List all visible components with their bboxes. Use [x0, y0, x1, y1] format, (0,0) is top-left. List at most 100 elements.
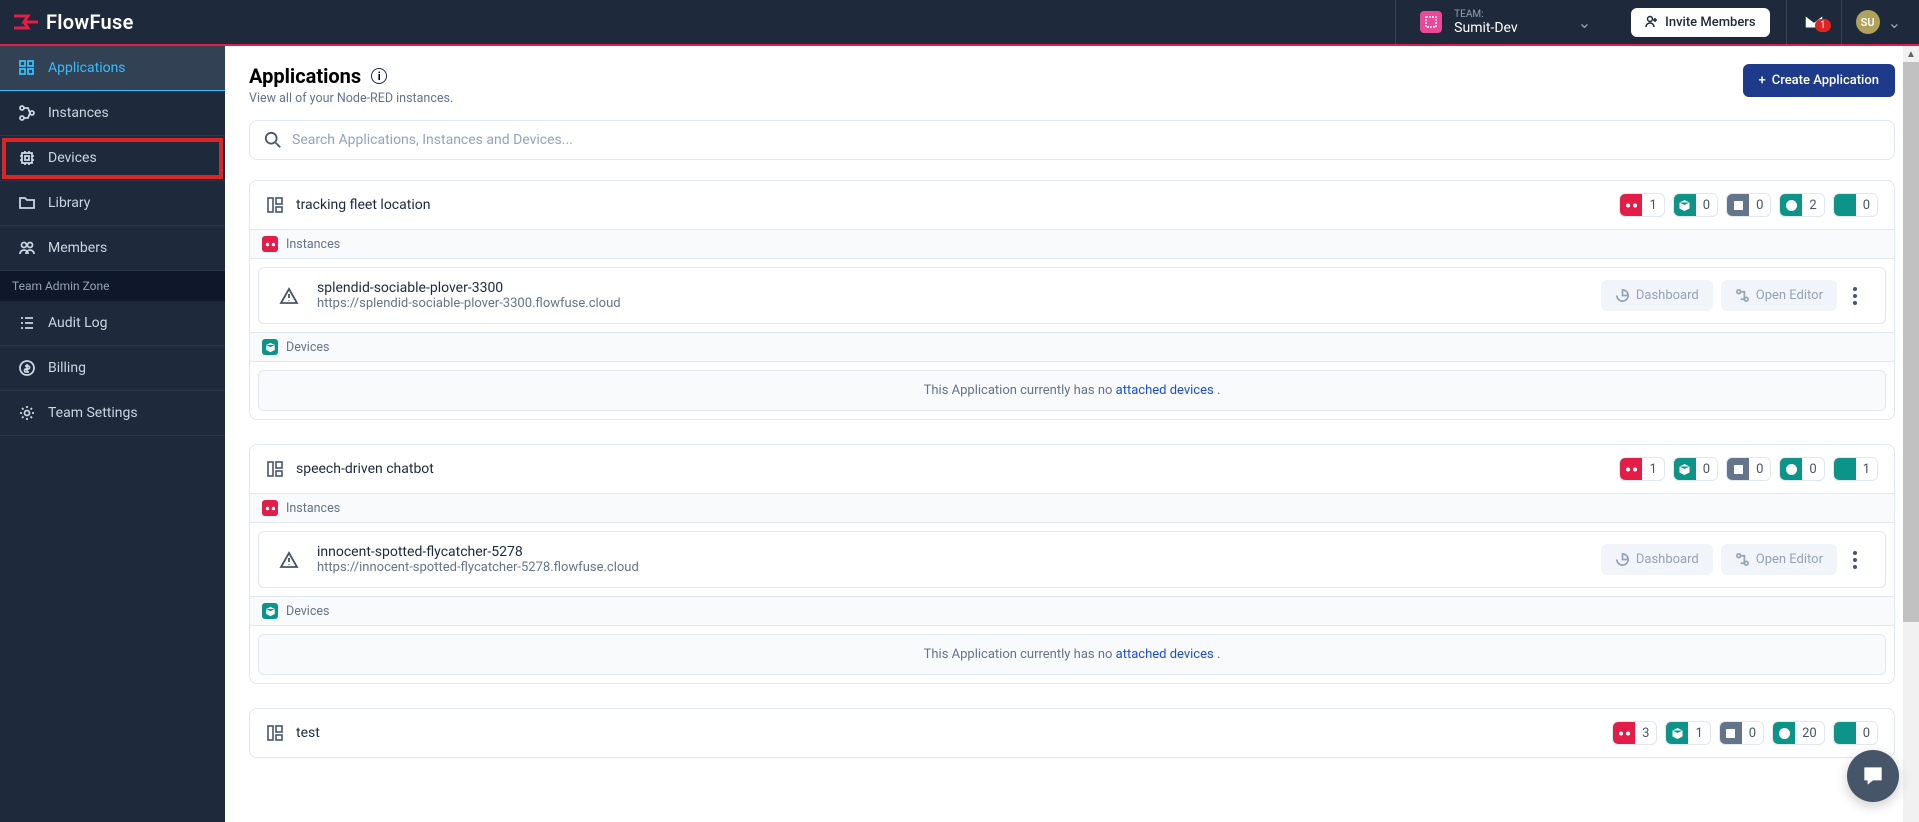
logo[interactable]: FlowFuse [12, 10, 134, 34]
flow-icon [1735, 288, 1750, 303]
warning-icon [279, 286, 299, 306]
search-wrap[interactable] [249, 120, 1895, 160]
box-icon [1720, 722, 1742, 744]
chat-widget[interactable] [1847, 750, 1899, 802]
sidebar-item-label: Team Settings [48, 405, 138, 421]
team-name: Sumit-Dev [1454, 20, 1517, 36]
empty-devices: This Application currently has no attach… [258, 370, 1886, 411]
sidebar-item-instances[interactable]: Instances [0, 91, 225, 136]
attached-devices-link[interactable]: attached devices [1116, 647, 1214, 662]
sidebar-item-label: Library [48, 195, 90, 211]
list-icon [18, 314, 36, 332]
sidebar-item-applications[interactable]: Applications [0, 46, 225, 91]
badge-device-groups: 0 [1726, 457, 1771, 481]
cube-icon [262, 339, 278, 355]
cube-icon [1674, 458, 1696, 480]
badge-snapshots: 2 [1779, 193, 1824, 217]
team-switcher[interactable]: TEAM: Sumit-Dev ⌄ [1395, 0, 1615, 45]
sidebar-admin-header: Team Admin Zone [0, 271, 225, 301]
users-icon [18, 239, 36, 257]
sidebar-item-label: Instances [48, 105, 109, 121]
open-editor-button[interactable]: Open Editor [1721, 544, 1837, 575]
badge-snapshots: 20 [1772, 721, 1825, 745]
instance-name: splendid-sociable-plover-3300 [317, 280, 621, 296]
more-menu[interactable] [1845, 545, 1865, 575]
sidebar-item-label: Applications [48, 60, 126, 76]
sidebar-item-audit-log[interactable]: Audit Log [0, 301, 225, 346]
notification-badge: 1 [1815, 19, 1831, 32]
create-application-button[interactable]: + Create Application [1743, 64, 1895, 97]
node-icon [262, 500, 278, 516]
instance-row[interactable]: splendid-sociable-plover-3300https://spl… [258, 267, 1886, 324]
application-header[interactable]: test 3 1 0 20 0 [250, 709, 1894, 757]
sidebar-item-label: Audit Log [48, 315, 108, 331]
scroll-up-arrow[interactable]: ▲ [1903, 46, 1919, 62]
team-icon [1420, 11, 1442, 33]
folder-icon [18, 194, 36, 212]
devices-section-header: Devices [250, 596, 1894, 626]
instance-row[interactable]: innocent-spotted-flycatcher-5278https://… [258, 531, 1886, 588]
application-card: tracking fleet location 1 0 0 2 0 Instan… [249, 180, 1895, 420]
empty-devices: This Application currently has no attach… [258, 634, 1886, 675]
invite-label: Invite Members [1665, 15, 1755, 30]
team-label: TEAM: [1454, 9, 1517, 20]
sidebar-item-members[interactable]: Members [0, 226, 225, 271]
dashboard-button[interactable]: Dashboard [1601, 544, 1713, 575]
instances-section-header: Instances [250, 493, 1894, 523]
cube-icon [1666, 722, 1688, 744]
instance-name: innocent-spotted-flycatcher-5278 [317, 544, 639, 560]
invite-members-button[interactable]: Invite Members [1631, 8, 1769, 37]
devices-section-header: Devices [250, 332, 1894, 362]
user-menu[interactable]: SU ⌄ [1841, 0, 1919, 45]
attached-devices-link[interactable]: attached devices [1116, 383, 1214, 398]
user-plus-icon [1645, 15, 1659, 29]
application-card: test 3 1 0 20 0 [249, 708, 1895, 758]
node-icon [1613, 722, 1635, 744]
sidebar-item-label: Devices [48, 150, 97, 166]
search-input[interactable] [292, 132, 1880, 148]
badge-devices: 0 [1673, 193, 1718, 217]
instance-url: https://innocent-spotted-flycatcher-5278… [317, 560, 639, 575]
main-content: Applications i View all of your Node-RED… [225, 46, 1919, 822]
dashboard-button[interactable]: Dashboard [1601, 280, 1713, 311]
notifications-button[interactable]: 1 [1786, 0, 1841, 45]
page-subtitle: View all of your Node-RED instances. [249, 91, 453, 106]
create-label: Create Application [1772, 73, 1879, 88]
scrollbar[interactable]: ▲ [1903, 46, 1919, 822]
info-icon[interactable]: i [371, 68, 387, 84]
application-header[interactable]: tracking fleet location 1 0 0 2 0 [250, 181, 1894, 229]
badge-instances: 3 [1612, 721, 1657, 745]
badge-instances: 1 [1619, 457, 1664, 481]
warning-icon [279, 550, 299, 570]
plus-icon: + [1759, 73, 1766, 88]
cube-icon [262, 603, 278, 619]
sidebar-item-billing[interactable]: Billing [0, 346, 225, 391]
more-menu[interactable] [1845, 281, 1865, 311]
clock-icon [1773, 722, 1795, 744]
open-editor-button[interactable]: Open Editor [1721, 280, 1837, 311]
topbar-right: TEAM: Sumit-Dev ⌄ Invite Members 1 SU ⌄ [1395, 0, 1919, 45]
badge-device-groups: 0 [1726, 193, 1771, 217]
bars-icon [1834, 458, 1856, 480]
node-icon [1620, 194, 1642, 216]
chart-icon [1615, 552, 1630, 567]
dollar-icon [18, 359, 36, 377]
application-name: tracking fleet location [296, 197, 430, 213]
badge-pipelines: 0 [1833, 721, 1878, 745]
box-icon [1727, 458, 1749, 480]
logo-text: FlowFuse [46, 10, 134, 34]
sidebar-item-label: Billing [48, 360, 86, 376]
sidebar-item-library[interactable]: Library [0, 181, 225, 226]
clock-icon [1780, 458, 1802, 480]
app-icon [266, 460, 284, 478]
chevron-down-icon: ⌄ [1578, 13, 1591, 32]
logo-icon [12, 11, 38, 33]
sidebar-item-devices[interactable]: Devices [0, 136, 225, 181]
chip-icon [18, 149, 36, 167]
search-icon [264, 131, 282, 149]
sidebar-item-team-settings[interactable]: Team Settings [0, 391, 225, 436]
chart-icon [1615, 288, 1630, 303]
application-header[interactable]: speech-driven chatbot 1 0 0 0 1 [250, 445, 1894, 493]
scroll-thumb[interactable] [1903, 62, 1919, 622]
avatar: SU [1856, 10, 1880, 34]
